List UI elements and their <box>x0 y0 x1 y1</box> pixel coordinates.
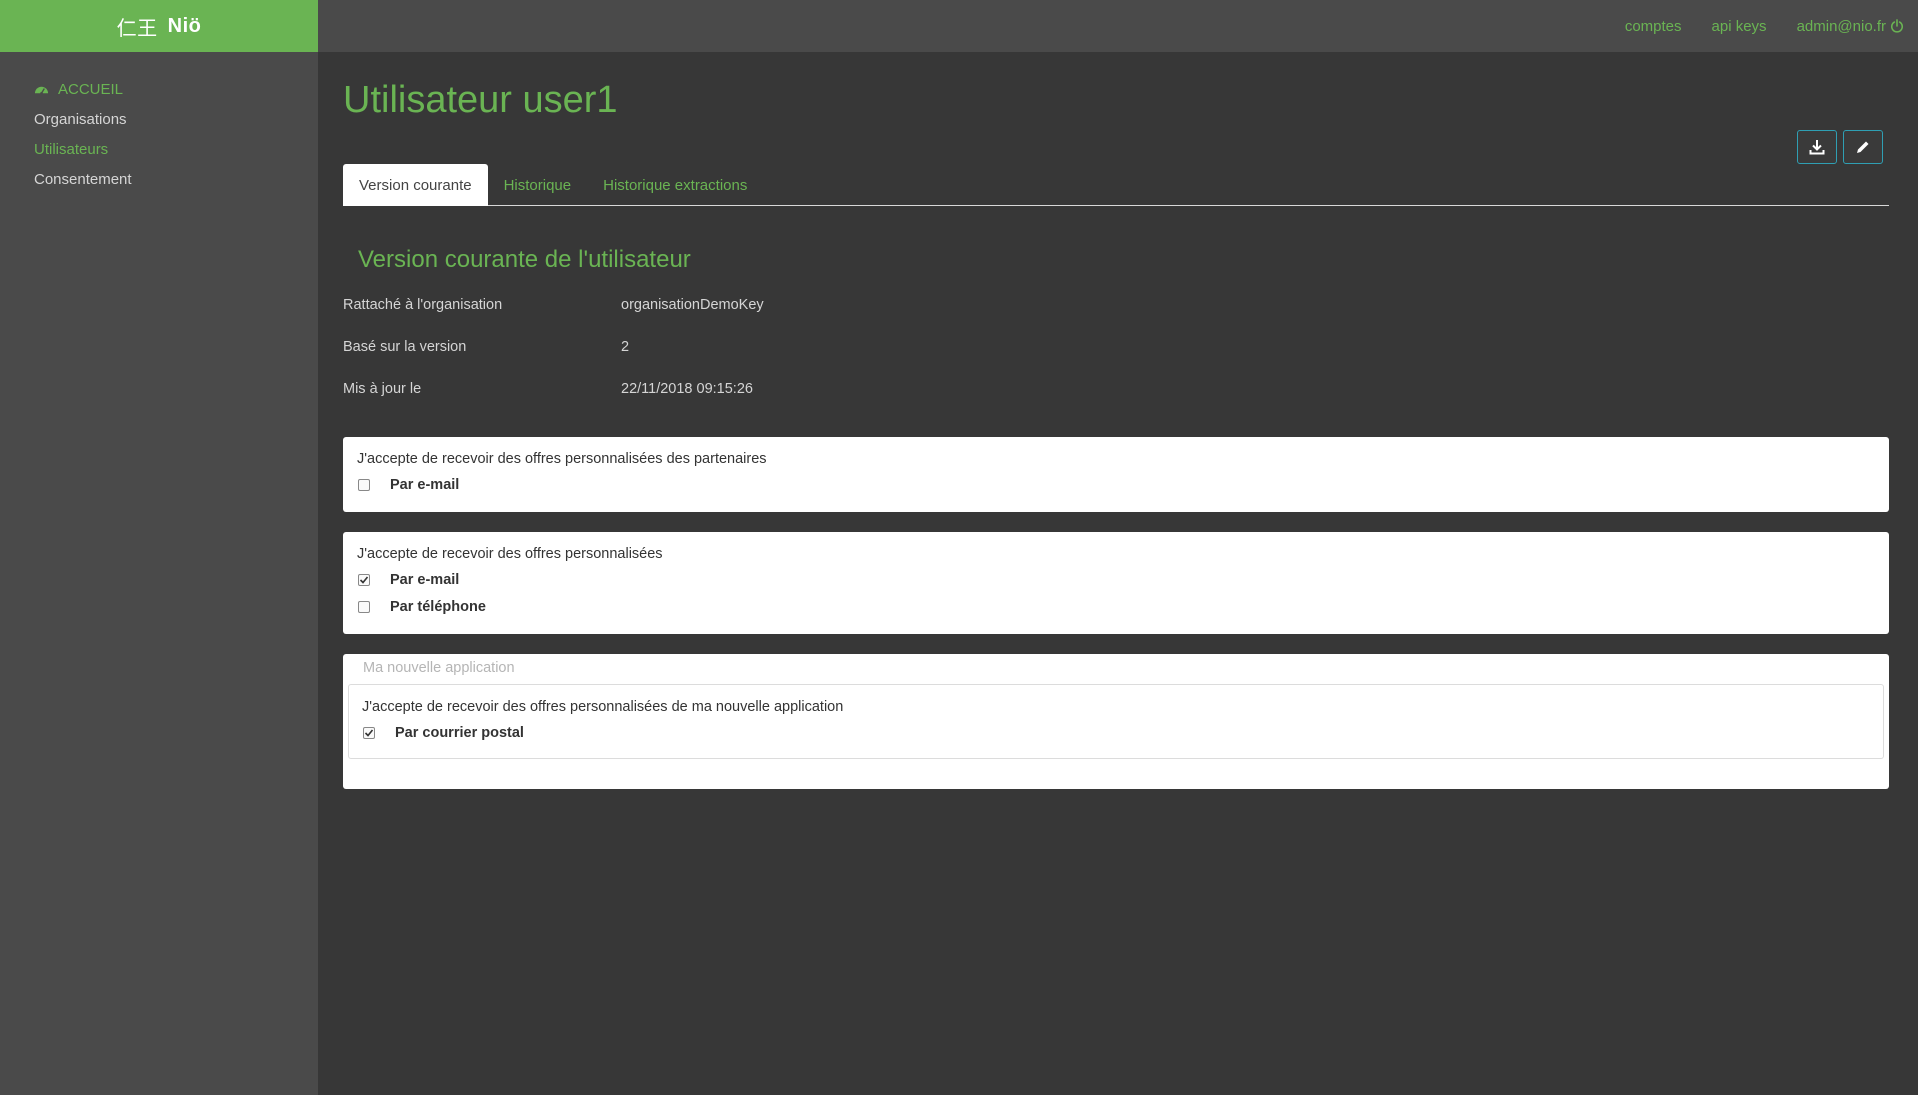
sidebar-item-consentement[interactable]: Consentement <box>0 164 318 194</box>
info-value: organisationDemoKey <box>621 297 764 313</box>
edit-button[interactable] <box>1843 130 1883 164</box>
top-navbar: comptes api keys admin@nio.fr <box>318 0 1918 52</box>
option-label: Par téléphone <box>390 598 486 615</box>
consent-panel-app: Ma nouvelle application J'accepte de rec… <box>343 654 1889 789</box>
pencil-icon <box>1857 141 1869 153</box>
nav-link-comptes[interactable]: comptes <box>1625 18 1682 35</box>
sidebar-item-label: ACCUEIL <box>58 80 124 98</box>
check-icon <box>359 575 369 584</box>
brand-name: Niö <box>167 14 202 37</box>
brand-logo[interactable]: 仁王 Niö <box>0 0 318 52</box>
consent-title: J'accepte de recevoir des offres personn… <box>357 451 767 467</box>
tab-historique-extractions[interactable]: Historique extractions <box>587 164 763 206</box>
power-icon[interactable] <box>1890 19 1904 33</box>
nav-link-api-keys[interactable]: api keys <box>1712 18 1767 35</box>
page-actions <box>1797 130 1883 164</box>
info-row-version: Basé sur la version 2 <box>343 326 1889 368</box>
consent-title: J'accepte de recevoir des offres personn… <box>362 699 844 715</box>
admin-email: admin@nio.fr <box>1796 17 1886 35</box>
sidebar-item-accueil[interactable]: ACCUEIL <box>0 74 318 104</box>
brand-kanji: 仁王 <box>116 17 158 40</box>
check-icon <box>364 728 374 737</box>
option-label: Par courrier postal <box>395 724 524 741</box>
download-icon <box>1809 140 1825 155</box>
checkbox-checked[interactable] <box>358 573 370 586</box>
app-name: Ma nouvelle application <box>363 660 515 676</box>
nav-link-admin-account[interactable]: admin@nio.fr <box>1797 18 1904 35</box>
tab-version-courante[interactable]: Version courante <box>343 164 488 206</box>
consent-list: J'accepte de recevoir des offres personn… <box>343 437 1889 789</box>
app-root: 仁王 Niö comptes api keys admin@nio.fr ACC… <box>0 0 1918 1095</box>
main-content: Utilisateur user1 Version courante Histo… <box>343 52 1889 789</box>
consent-title: J'accepte de recevoir des offres personn… <box>357 546 663 562</box>
info-label: Rattaché à l'organisation <box>343 297 503 313</box>
info-row-updated: Mis à jour le 22/11/2018 09:15:26 <box>343 368 1889 410</box>
info-label: Basé sur la version <box>343 339 467 355</box>
option-label: Par e-mail <box>390 571 460 588</box>
consent-option[interactable]: Par e-mail <box>357 566 1875 593</box>
checkbox-checked[interactable] <box>363 726 375 739</box>
info-label: Mis à jour le <box>343 381 422 397</box>
consent-panel-offers: J'accepte de recevoir des offres personn… <box>343 532 1889 634</box>
consent-option[interactable]: Par téléphone <box>357 593 1875 620</box>
user-info: Rattaché à l'organisation organisationDe… <box>343 284 1889 410</box>
info-value: 2 <box>621 339 630 355</box>
info-row-organisation: Rattaché à l'organisation organisationDe… <box>343 284 1889 326</box>
info-value: 22/11/2018 09:15:26 <box>621 381 753 397</box>
consent-option[interactable]: Par e-mail <box>357 471 1875 498</box>
dashboard-icon <box>34 82 49 97</box>
tab-historique[interactable]: Historique <box>488 164 588 206</box>
download-button[interactable] <box>1797 130 1837 164</box>
page-title: Utilisateur user1 <box>343 79 618 121</box>
checkbox-unchecked[interactable] <box>358 600 370 613</box>
sidebar: ACCUEIL Organisations Utilisateurs Conse… <box>0 52 318 1095</box>
consent-option[interactable]: Par courrier postal <box>362 719 1870 746</box>
consent-panel-partners: J'accepte de recevoir des offres personn… <box>343 437 1889 512</box>
option-label: Par e-mail <box>390 476 460 493</box>
checkbox-unchecked[interactable] <box>358 478 370 491</box>
sidebar-item-organisations[interactable]: Organisations <box>0 104 318 134</box>
section-title: Version courante de l'utilisateur <box>358 246 691 273</box>
sidebar-item-utilisateurs[interactable]: Utilisateurs <box>0 134 318 164</box>
app-consent-group: J'accepte de recevoir des offres personn… <box>348 684 1884 759</box>
tabs: Version courante Historique Historique e… <box>343 164 1889 206</box>
